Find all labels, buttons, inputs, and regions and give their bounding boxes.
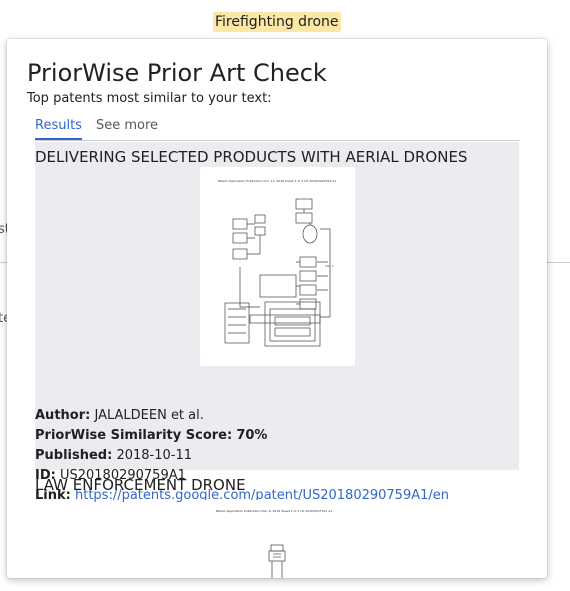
patent-image-header: Patent Application Publication Oct. 11, … bbox=[218, 179, 336, 183]
patent-figure-label: FIG. 1 bbox=[325, 264, 334, 268]
result-card: DELIVERING SELECTED PRODUCTS WITH AERIAL… bbox=[35, 142, 519, 503]
tab-bar-divider bbox=[35, 140, 519, 141]
popup-title: PriorWise Prior Art Check bbox=[27, 59, 327, 87]
tab-see-more[interactable]: See more bbox=[96, 118, 158, 134]
patent-drawing-image[interactable]: Patent Application Publication Oct. 11, … bbox=[200, 167, 355, 366]
result-score: PriorWise Similarity Score: 70% bbox=[35, 428, 268, 443]
result-title: DELIVERING SELECTED PRODUCTS WITH AERIAL… bbox=[35, 148, 468, 166]
tab-bar: Results See more bbox=[35, 115, 519, 141]
background-highlighted-text: Firefighting drone bbox=[213, 12, 341, 32]
result-author: Author: JALALDEEN et al. bbox=[35, 408, 204, 423]
result-published: Published: 2018-10-11 bbox=[35, 448, 193, 463]
prior-art-popup: PriorWise Prior Art Check Top patents mo… bbox=[7, 39, 547, 578]
result-title: LAW ENFORCEMENT DRONE bbox=[35, 476, 246, 494]
patent-image-header: Patent Application Publication Feb. 8, 2… bbox=[216, 509, 333, 513]
tab-results[interactable]: Results bbox=[35, 118, 82, 140]
patent-drawing-image[interactable]: Patent Application Publication Feb. 8, 2… bbox=[201, 500, 347, 578]
popup-subtitle: Top patents most similar to your text: bbox=[27, 91, 272, 106]
